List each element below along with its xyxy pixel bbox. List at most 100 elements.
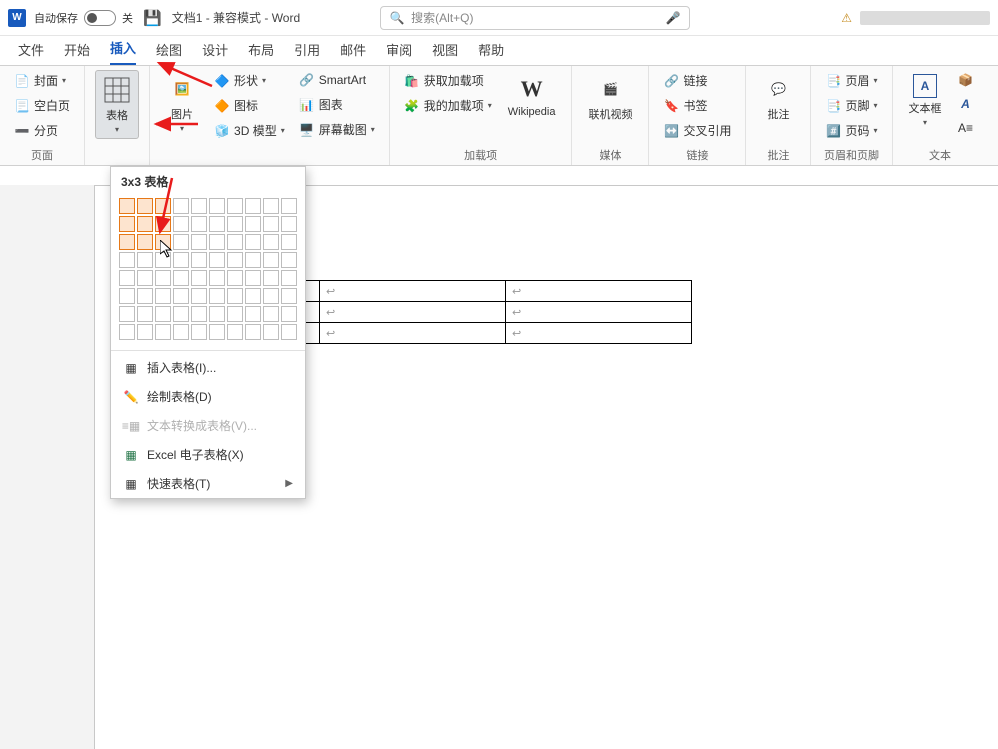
wikipedia-button[interactable]: W Wikipedia (502, 70, 562, 122)
grid-cell[interactable] (227, 216, 243, 232)
grid-cell[interactable] (281, 270, 297, 286)
tab-mailings[interactable]: 邮件 (340, 36, 366, 65)
tab-file[interactable]: 文件 (18, 36, 44, 65)
grid-cell[interactable] (227, 270, 243, 286)
icons-button[interactable]: 🔶图标 (210, 95, 289, 116)
grid-cell[interactable] (119, 288, 135, 304)
grid-cell[interactable] (245, 306, 261, 322)
shapes-button[interactable]: 🔷形状▾ (210, 70, 289, 91)
header-button[interactable]: 📑页眉▾ (821, 70, 881, 91)
chart-button[interactable]: 📊图表 (295, 94, 379, 115)
grid-cell[interactable] (281, 324, 297, 340)
grid-cell[interactable] (173, 252, 189, 268)
blank-page-button[interactable]: 📃空白页 (10, 95, 74, 116)
grid-cell[interactable] (119, 270, 135, 286)
grid-cell[interactable] (263, 198, 279, 214)
grid-cell[interactable] (227, 324, 243, 340)
tab-design[interactable]: 设计 (202, 36, 228, 65)
grid-cell[interactable] (137, 252, 153, 268)
grid-cell[interactable] (227, 306, 243, 322)
grid-cell[interactable] (209, 198, 225, 214)
grid-cell[interactable] (263, 324, 279, 340)
grid-cell[interactable] (155, 198, 171, 214)
table-button[interactable]: 表格 ▾ (95, 70, 139, 139)
grid-cell[interactable] (173, 324, 189, 340)
grid-cell[interactable] (281, 288, 297, 304)
grid-cell[interactable] (227, 234, 243, 250)
tab-review[interactable]: 审阅 (386, 36, 412, 65)
grid-cell[interactable] (173, 288, 189, 304)
grid-cell[interactable] (137, 198, 153, 214)
grid-cell[interactable] (155, 288, 171, 304)
grid-cell[interactable] (263, 270, 279, 286)
page-break-button[interactable]: ➖分页 (10, 120, 74, 141)
grid-cell[interactable] (137, 234, 153, 250)
grid-cell[interactable] (263, 216, 279, 232)
grid-cell[interactable] (263, 234, 279, 250)
textbox-button[interactable]: A 文本框 ▾ (903, 70, 948, 131)
grid-cell[interactable] (137, 216, 153, 232)
grid-cell[interactable] (281, 252, 297, 268)
online-video-button[interactable]: 🎬 联机视频 (582, 70, 638, 126)
grid-cell[interactable] (227, 252, 243, 268)
grid-cell[interactable] (281, 198, 297, 214)
warning-icon[interactable]: ⚠ (841, 11, 852, 25)
search-input[interactable]: 🔍 搜索(Alt+Q) 🎤 (380, 6, 690, 30)
table-grid-picker[interactable] (111, 194, 305, 348)
quick-tables-menu[interactable]: ▦快速表格(T)▶ (111, 469, 305, 498)
grid-cell[interactable] (137, 324, 153, 340)
grid-cell[interactable] (245, 216, 261, 232)
grid-cell[interactable] (245, 198, 261, 214)
grid-cell[interactable] (209, 216, 225, 232)
grid-cell[interactable] (209, 234, 225, 250)
grid-cell[interactable] (155, 252, 171, 268)
autosave-toggle[interactable]: 自动保存 关 (34, 10, 133, 26)
grid-cell[interactable] (191, 288, 207, 304)
grid-cell[interactable] (209, 270, 225, 286)
grid-cell[interactable] (209, 306, 225, 322)
grid-cell[interactable] (119, 252, 135, 268)
grid-cell[interactable] (263, 288, 279, 304)
grid-cell[interactable] (137, 270, 153, 286)
smartart-button[interactable]: 🔗SmartArt (295, 70, 379, 90)
tab-view[interactable]: 视图 (432, 36, 458, 65)
grid-cell[interactable] (191, 306, 207, 322)
grid-cell[interactable] (155, 306, 171, 322)
grid-cell[interactable] (263, 252, 279, 268)
grid-cell[interactable] (155, 324, 171, 340)
excel-spreadsheet-menu[interactable]: ▦Excel 电子表格(X) (111, 440, 305, 469)
grid-cell[interactable] (281, 216, 297, 232)
grid-cell[interactable] (245, 288, 261, 304)
grid-cell[interactable] (191, 216, 207, 232)
grid-cell[interactable] (137, 306, 153, 322)
grid-cell[interactable] (191, 270, 207, 286)
tab-help[interactable]: 帮助 (478, 36, 504, 65)
bookmark-button[interactable]: 🔖书签 (659, 95, 735, 116)
3dmodel-button[interactable]: 🧊3D 模型▾ (210, 120, 289, 141)
grid-cell[interactable] (191, 234, 207, 250)
quickparts-button[interactable]: 📦 (954, 70, 978, 90)
grid-cell[interactable] (281, 306, 297, 322)
grid-cell[interactable] (119, 306, 135, 322)
grid-cell[interactable] (245, 252, 261, 268)
grid-cell[interactable] (209, 252, 225, 268)
grid-cell[interactable] (173, 306, 189, 322)
grid-cell[interactable] (281, 234, 297, 250)
tab-references[interactable]: 引用 (294, 36, 320, 65)
user-account[interactable] (860, 11, 990, 25)
save-icon[interactable]: 💾 (143, 9, 162, 27)
toggle-switch-icon[interactable] (84, 10, 116, 26)
comment-button[interactable]: 💬 批注 (756, 70, 800, 126)
grid-cell[interactable] (173, 198, 189, 214)
grid-cell[interactable] (245, 234, 261, 250)
grid-cell[interactable] (119, 216, 135, 232)
grid-cell[interactable] (245, 270, 261, 286)
cover-page-button[interactable]: 📄封面▾ (10, 70, 74, 91)
grid-cell[interactable] (209, 288, 225, 304)
grid-cell[interactable] (263, 306, 279, 322)
mic-icon[interactable]: 🎤 (665, 10, 681, 26)
grid-cell[interactable] (155, 234, 171, 250)
grid-cell[interactable] (227, 198, 243, 214)
pictures-button[interactable]: 🖼️ 图片 ▾ (160, 70, 204, 137)
my-addins-button[interactable]: 🧩我的加载项▾ (400, 95, 496, 116)
